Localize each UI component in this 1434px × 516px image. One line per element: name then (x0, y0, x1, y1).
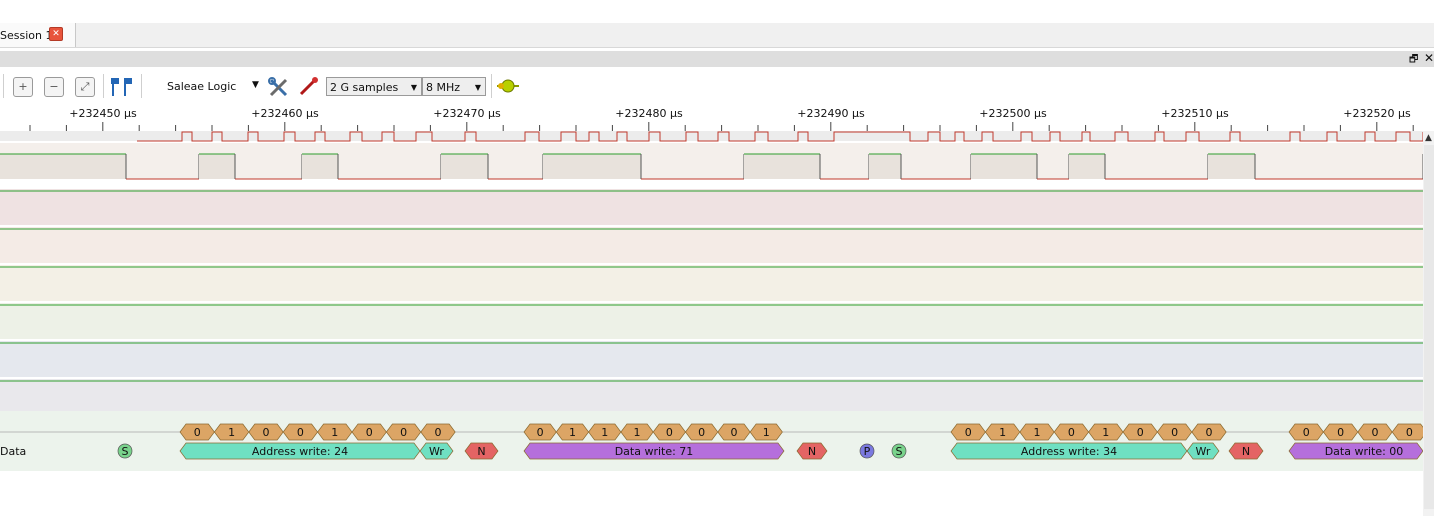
chevron-down-icon: ▼ (410, 83, 417, 92)
zoom-out-icon[interactable]: − (44, 77, 64, 97)
tab-label: Session 1 (0, 29, 53, 42)
bit-label: 0 (1337, 426, 1344, 439)
bit-label: 0 (297, 426, 304, 439)
stop-label: P (864, 445, 871, 458)
high-pulse (971, 154, 1037, 179)
high-pulse (1069, 154, 1105, 179)
scroll-up-icon[interactable]: ▲ (1425, 133, 1432, 143)
write-label: Wr (429, 445, 444, 458)
toolbar-divider (491, 74, 492, 98)
tab-session[interactable]: Session 1 ✕ (0, 23, 76, 47)
bit-label: 0 (537, 426, 544, 439)
decoder-background (0, 411, 1423, 471)
channel-4-background (0, 265, 1423, 301)
frame-label: Data write: 00 (1325, 445, 1404, 458)
bit-label: 0 (1206, 426, 1213, 439)
start-icon[interactable] (497, 78, 519, 94)
zoom-in-icon[interactable]: + (13, 77, 33, 97)
bit-label: 0 (400, 426, 407, 439)
bit-label: 0 (1303, 426, 1310, 439)
chevron-down-icon: ▼ (474, 83, 481, 92)
time-ruler: +232450 μs +232460 μs +232470 μs +232480… (0, 104, 1423, 131)
channel-3-background (0, 227, 1423, 263)
high-pulse (744, 154, 820, 179)
close-window-icon[interactable]: ✕ (1424, 51, 1434, 65)
settings-icon[interactable] (267, 76, 291, 98)
bit-label: 1 (999, 426, 1006, 439)
nack-label: N (477, 445, 485, 458)
device-selector[interactable]: Saleae Logic (167, 80, 236, 93)
bit-label: 1 (1102, 426, 1109, 439)
high-pulse (543, 154, 641, 179)
toolbar-divider (3, 74, 4, 98)
bit-label: 1 (763, 426, 770, 439)
restore-icon[interactable]: 🗗 (1409, 52, 1418, 69)
bit-label: 1 (228, 426, 235, 439)
high-pulse (199, 154, 235, 179)
chevron-down-icon[interactable]: ▼ (252, 80, 259, 90)
high-pulse (302, 154, 338, 179)
bit-label: 1 (331, 426, 338, 439)
toolbar: + − ⤢ Saleae Logic ▼ 2 G samples ▼ 8 MHz ▼ (0, 68, 1434, 104)
frame-label: Address write: 34 (1021, 445, 1117, 458)
write-label: Wr (1196, 445, 1211, 458)
high-pulse (869, 154, 901, 179)
close-icon[interactable]: ✕ (49, 27, 63, 41)
bit-label: 0 (435, 426, 442, 439)
decoder-row-label: Data (0, 445, 27, 458)
tab-bar: Session 1 ✕ (0, 23, 1434, 48)
bit-label: 0 (666, 426, 673, 439)
bit-label: 0 (1372, 426, 1379, 439)
channel-2-background (0, 189, 1423, 225)
start-label: S (896, 445, 903, 458)
toolbar-divider (103, 74, 104, 98)
rate-select[interactable]: 8 MHz ▼ (422, 77, 486, 96)
bit-label: 1 (601, 426, 608, 439)
samples-select[interactable]: 2 G samples ▼ (326, 77, 422, 96)
bit-label: 1 (1034, 426, 1041, 439)
bit-label: 0 (1068, 426, 1075, 439)
bit-label: 0 (698, 426, 705, 439)
bit-label: 0 (730, 426, 737, 439)
bit-label: 1 (634, 426, 641, 439)
bit-label: 0 (1171, 426, 1178, 439)
bit-label: 0 (1137, 426, 1144, 439)
high-pulse (1208, 154, 1255, 179)
fit-icon[interactable]: ⤢ (75, 77, 95, 97)
frame-label: Data write: 71 (615, 445, 694, 458)
start-label: S (122, 445, 129, 458)
channel-5-background (0, 303, 1423, 339)
window-bar: 🗗 ✕ (0, 51, 1434, 67)
high-pulse (441, 154, 488, 179)
high-pulse (0, 154, 126, 179)
bit-label: 0 (366, 426, 373, 439)
nack-label: N (808, 445, 816, 458)
channel-6-background (0, 341, 1423, 377)
ruler-ticks (29, 122, 1414, 131)
rate-value: 8 MHz (426, 81, 461, 94)
bit-label: 0 (194, 426, 201, 439)
bit-label: 1 (569, 426, 576, 439)
probe-icon[interactable] (298, 75, 320, 97)
frame-label: Address write: 24 (252, 445, 348, 458)
toolbar-divider (141, 74, 142, 98)
bit-label: 0 (965, 426, 972, 439)
bit-label: 0 (1406, 426, 1413, 439)
markers-icon[interactable] (110, 77, 134, 97)
samples-value: 2 G samples (330, 81, 399, 94)
waveform-area[interactable]: 0 1 0 0 1 0 0 0 0 1 1 1 0 0 0 1 0 1 1 0 1 0 0 0 0 0 0 0 Address writ… (0, 131, 1423, 516)
scrollbar-track[interactable] (1424, 145, 1434, 509)
channel-7-background (0, 379, 1423, 415)
nack-label: N (1242, 445, 1250, 458)
bit-label: 0 (263, 426, 270, 439)
